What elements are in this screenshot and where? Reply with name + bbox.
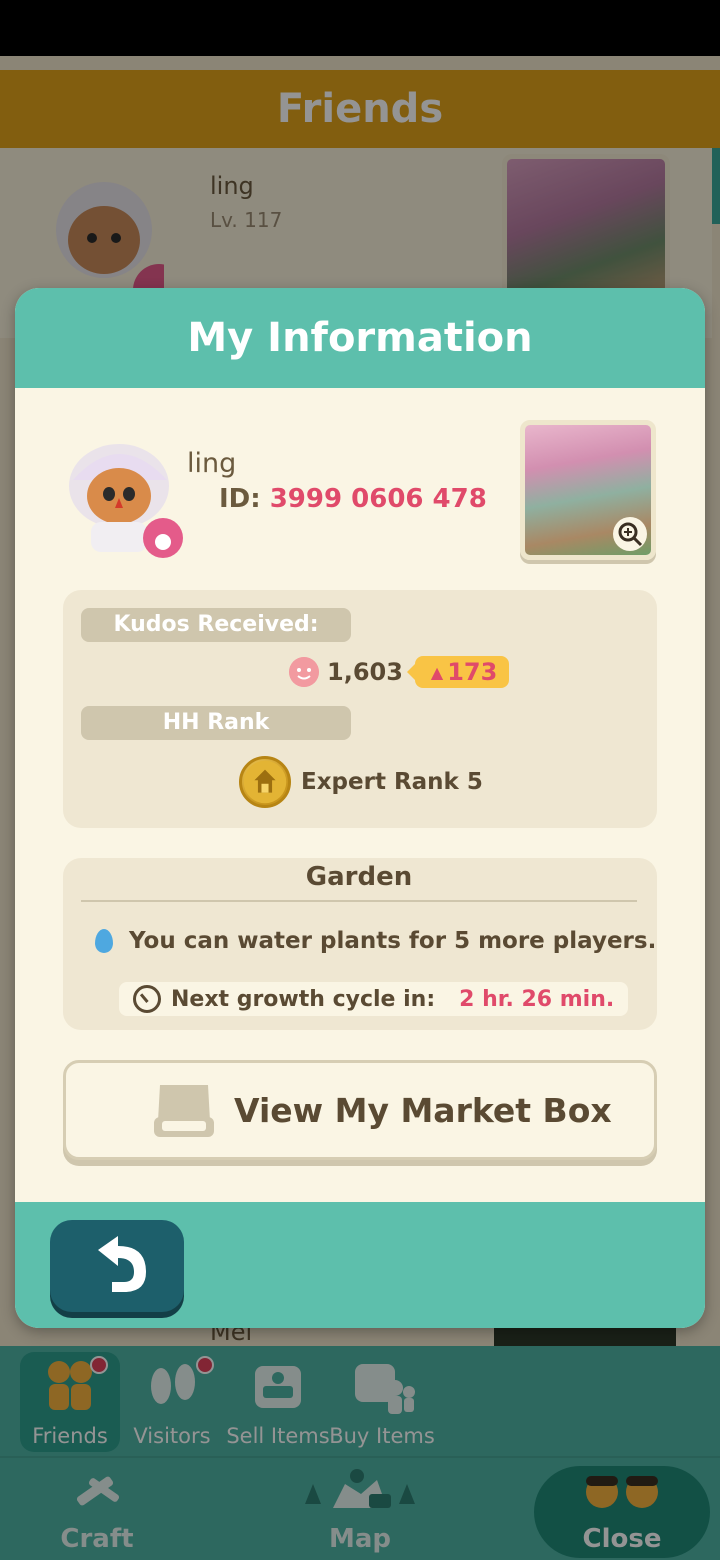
zoom-icon[interactable] — [613, 517, 647, 551]
growth-cycle-row: Next growth cycle in: 2 hr. 26 min. — [119, 982, 629, 1016]
view-market-box-button[interactable]: View My Market Box — [63, 1060, 657, 1160]
kudos-face-icon — [289, 657, 319, 687]
player-id-label: ID: — [219, 484, 261, 514]
kudos-increase-badge: ▲ 173 — [406, 656, 510, 688]
app-screen: Friends ling Lv. 117 Mei Friends Visitor… — [0, 0, 720, 1560]
view-market-box-label: View My Market Box — [234, 1090, 612, 1130]
player-id: ID: 3999 0606 478 — [219, 484, 487, 514]
kudos-count: 1,603 — [327, 658, 403, 686]
market-box-icon — [154, 1085, 214, 1137]
kudos-increase: 173 — [447, 658, 498, 686]
growth-cycle-label: Next growth cycle in: — [171, 986, 436, 1012]
dialog-header: My Information — [15, 288, 705, 388]
hh-rank-medal-icon — [239, 756, 291, 808]
hh-rank-label: HH Rank — [81, 706, 351, 740]
garden-panel: Garden You can water plants for 5 more p… — [63, 858, 657, 1030]
status-bar — [0, 0, 720, 56]
water-drop-icon — [95, 929, 113, 953]
player-id-value: 3999 0606 478 — [269, 484, 487, 514]
water-plants-text: You can water plants for 5 more players. — [129, 928, 657, 954]
kudos-label: Kudos Received: — [81, 608, 351, 642]
garden-title: Garden — [305, 862, 413, 892]
increase-arrow-icon: ▲ — [430, 662, 444, 682]
player-garden-thumbnail[interactable] — [520, 420, 656, 560]
water-row: You can water plants for 5 more players. — [95, 928, 656, 954]
garden-divider — [81, 900, 637, 902]
back-arrow-icon — [98, 1236, 146, 1292]
kudos-row: 1,603 ▲ 173 — [289, 654, 510, 690]
hh-rank-row: Expert Rank 5 — [239, 754, 483, 810]
kudos-rank-panel: Kudos Received: 1,603 ▲ 173 HH Rank Expe… — [63, 590, 657, 828]
dialog-title: My Information — [187, 315, 533, 361]
my-information-dialog: My Information ling ID: 3999 0606 478 Ku… — [15, 288, 705, 1328]
growth-cycle-value: 2 hr. 26 min. — [459, 986, 615, 1012]
player-avatar — [69, 444, 183, 558]
clock-icon — [133, 985, 161, 1013]
player-name: ling — [187, 448, 237, 479]
hh-rank-value: Expert Rank 5 — [301, 769, 483, 795]
back-button[interactable] — [50, 1220, 184, 1312]
